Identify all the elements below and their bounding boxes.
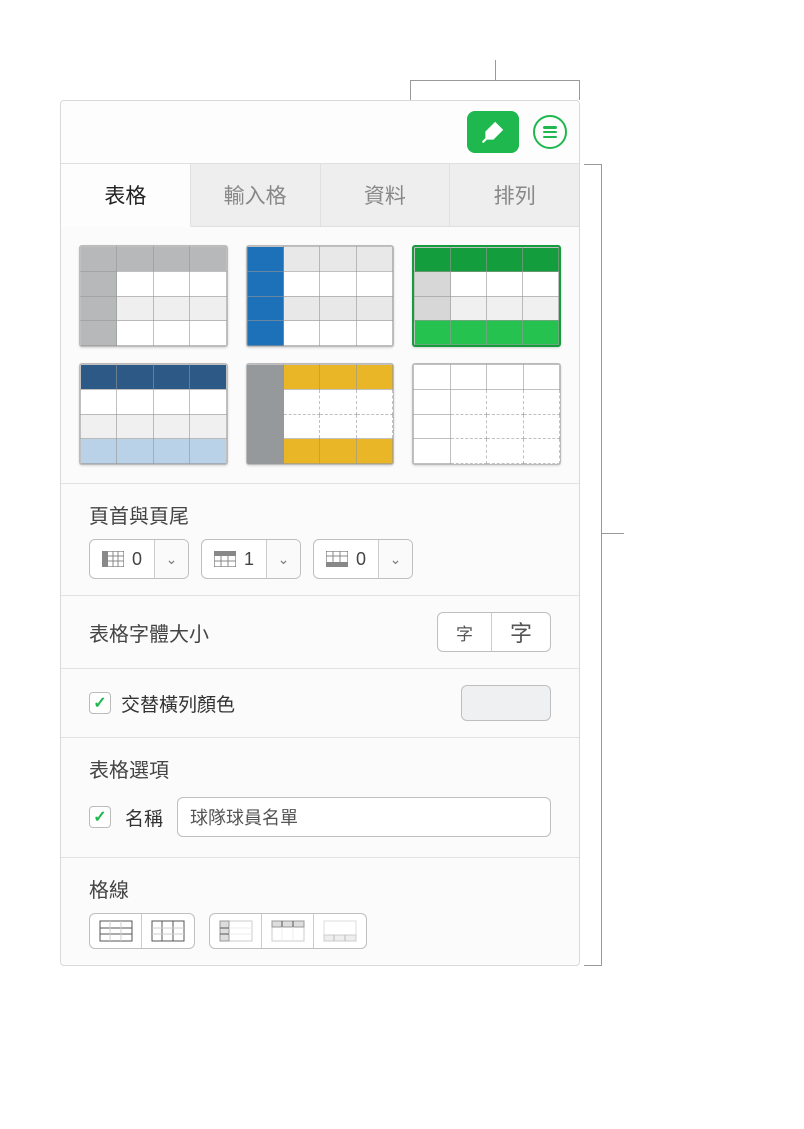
paintbrush-icon (480, 119, 506, 145)
font-size-larger-button[interactable]: 字 (492, 613, 550, 651)
toolbar (61, 101, 579, 163)
tab-cell[interactable]: 輸入格 (191, 164, 321, 226)
footer-rows-stepper[interactable]: 0 ⌄ (313, 539, 413, 579)
format-inspector-panel: 表格 輸入格 資料 排列 (60, 100, 580, 966)
chevron-down-icon: ⌄ (166, 551, 178, 568)
header-rows-icon (214, 551, 236, 567)
headers-footers-title: 頁首與頁尾 (89, 500, 551, 529)
header-rows-value: 1 (244, 549, 254, 570)
table-style-blue-column[interactable] (246, 245, 395, 347)
gridlines-header-horizontal-button[interactable] (210, 914, 262, 948)
gridlines-header-h-icon (219, 920, 253, 942)
inspector-tabs: 表格 輸入格 資料 排列 (61, 163, 579, 227)
header-rows-dropdown[interactable]: ⌄ (266, 540, 300, 578)
gridlines-section: 格線 (61, 857, 579, 955)
font-size-segmented: 字 字 (437, 612, 551, 652)
header-rows-stepper[interactable]: 1 ⌄ (201, 539, 301, 579)
organize-button[interactable] (533, 115, 567, 149)
table-styles-grid (79, 245, 561, 465)
chevron-down-icon: ⌄ (278, 551, 290, 568)
footer-rows-dropdown[interactable]: ⌄ (378, 540, 412, 578)
alternating-color-well[interactable] (461, 685, 551, 721)
menu-lines-icon (543, 126, 557, 138)
header-columns-stepper[interactable]: 0 ⌄ (89, 539, 189, 579)
font-size-smaller-button[interactable]: 字 (438, 613, 492, 651)
table-options-title: 表格選項 (89, 754, 551, 783)
tab-arrange[interactable]: 排列 (450, 164, 579, 226)
gridlines-horizontal-icon (99, 920, 133, 942)
tab-table[interactable]: 表格 (61, 164, 191, 227)
table-style-gray[interactable] (79, 245, 228, 347)
gridlines-header-v-icon (271, 920, 305, 942)
gridlines-title: 格線 (89, 874, 551, 903)
gridlines-footer-button[interactable] (314, 914, 366, 948)
footer-rows-value: 0 (356, 549, 366, 570)
table-style-blue-header[interactable] (79, 363, 228, 465)
chevron-down-icon: ⌄ (390, 551, 402, 568)
gridlines-horizontal-button[interactable] (90, 914, 142, 948)
callout-top-bracket (410, 40, 580, 100)
table-name-input[interactable] (177, 797, 551, 837)
gridlines-vertical-button[interactable] (142, 914, 194, 948)
table-options-section: 表格選項 ✓ 名稱 (61, 737, 579, 857)
alternating-rows-section: ✓ 交替橫列顏色 (61, 668, 579, 737)
font-size-title: 表格字體大小 (89, 618, 209, 647)
header-columns-dropdown[interactable]: ⌄ (154, 540, 188, 578)
gridlines-body-segmented (89, 913, 195, 949)
footer-rows-icon (326, 551, 348, 567)
format-brush-button[interactable] (467, 111, 519, 153)
table-name-label: 名稱 (125, 804, 163, 831)
alternating-rows-label: 交替橫列顏色 (121, 690, 235, 717)
table-name-checkbox[interactable]: ✓ (89, 806, 111, 828)
font-size-section: 表格字體大小 字 字 (61, 595, 579, 668)
table-style-yellow[interactable] (246, 363, 395, 465)
alternating-rows-checkbox[interactable]: ✓ (89, 692, 111, 714)
gridlines-footer-icon (323, 920, 357, 942)
callout-side-bracket (584, 100, 624, 966)
table-style-green[interactable] (412, 245, 561, 347)
table-style-plain[interactable] (412, 363, 561, 465)
tab-data[interactable]: 資料 (321, 164, 451, 226)
header-columns-value: 0 (132, 549, 142, 570)
gridlines-header-vertical-button[interactable] (262, 914, 314, 948)
headers-footers-section: 頁首與頁尾 0 ⌄ (61, 483, 579, 595)
gridlines-vertical-icon (151, 920, 185, 942)
header-columns-icon (102, 551, 124, 567)
gridlines-header-segmented (209, 913, 367, 949)
